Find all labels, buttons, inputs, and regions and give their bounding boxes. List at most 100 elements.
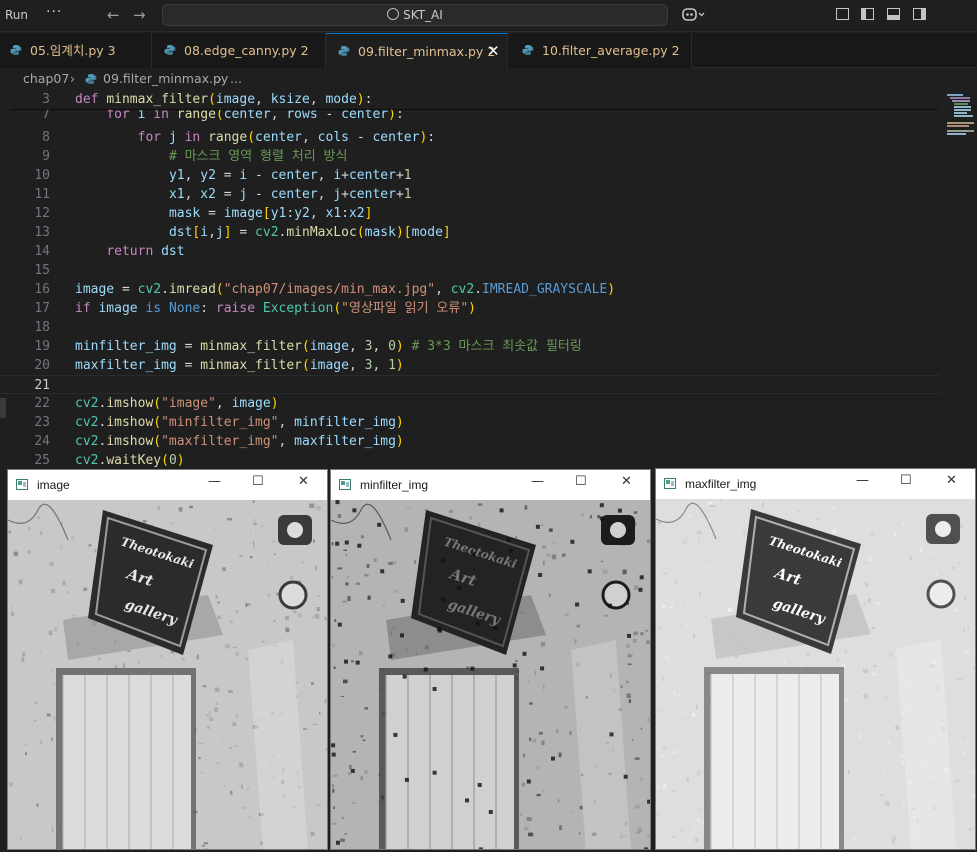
tab-08[interactable]: 08.edge_canny.py 2 [152, 33, 326, 68]
code-text: image = cv2.imread("chap07/images/min_ma… [75, 282, 616, 297]
command-center-search[interactable]: SKT_AI [162, 4, 668, 26]
line-number: 20 [34, 358, 50, 373]
window-title-bar[interactable]: maxfilter_img — ☐ ✕ [656, 469, 975, 499]
chevron-right-icon: › [70, 71, 75, 86]
code-line[interactable]: 21 [0, 375, 940, 394]
line-number: 16 [34, 282, 50, 297]
tab-09-active[interactable]: 09.filter_minmax.py 2 ✕ [326, 33, 508, 68]
title-bar: Run ··· ← → SKT_AI [0, 0, 977, 32]
window-title: maxfilter_img [685, 477, 757, 491]
minimize-icon[interactable]: — [531, 474, 544, 489]
image-window-maxfilter[interactable]: maxfilter_img — ☐ ✕ Theotokaki Art gallery [655, 468, 976, 850]
tab-label: 08.edge_canny.py 2 [184, 43, 309, 58]
code-line[interactable]: 11 x1, x2 = j - center, j+center+1 [0, 185, 940, 204]
code-line[interactable]: 15 [0, 261, 940, 280]
image-canvas[interactable]: Theotokaki Art gallery [331, 500, 650, 849]
code-line[interactable]: 20 maxfilter_img = minmax_filter(image, 3… [0, 356, 940, 375]
python-file-icon [522, 45, 534, 55]
code-line[interactable]: 13 dst[i,j] = cv2.minMaxLoc(mask)[mode] [0, 223, 940, 242]
code-text: cv2.imshow("maxfilter_img", maxfilter_im… [75, 434, 404, 449]
toggle-panel-icon[interactable] [887, 8, 900, 20]
problem-count-badge: 2 [300, 43, 309, 58]
maximize-icon[interactable]: ☐ [575, 474, 587, 489]
code-text: cv2.imshow("image", image) [75, 396, 279, 411]
code-line[interactable]: 23 cv2.imshow("minfilter_img", minfilter_… [0, 413, 940, 432]
forward-arrow-icon[interactable]: → [133, 6, 146, 24]
code-text: return dst [106, 244, 185, 259]
close-tab-icon[interactable]: ✕ [487, 34, 500, 69]
minimize-icon[interactable]: — [208, 474, 221, 489]
maximize-icon[interactable]: ☐ [252, 474, 264, 489]
code-line[interactable]: 3 def minmax_filter(image, ksize, mode): [0, 90, 940, 109]
photo-render: TheotokakiArtgallery [331, 500, 650, 849]
problem-count-badge: 3 [107, 43, 116, 58]
minimize-icon[interactable]: — [856, 473, 869, 488]
toggle-secondary-sidebar-icon[interactable] [913, 8, 926, 20]
code-line[interactable]: 25 cv2.waitKey(0) [0, 451, 940, 468]
code-line[interactable]: 10 y1, y2 = i - center, i+center+1 [0, 166, 940, 185]
breadcrumb-symbols[interactable]: ... [230, 71, 242, 86]
code-text: mask = image[y1:y2, x1:x2] [168, 206, 373, 221]
line-number: 13 [34, 225, 50, 240]
image-canvas[interactable]: Theotokaki Art gallery [8, 500, 327, 849]
code-line[interactable]: 19 minfilter_img = minmax_filter(image, 3… [0, 337, 940, 356]
window-title-bar[interactable]: image — ☐ ✕ [8, 470, 327, 500]
line-number: 18 [34, 320, 50, 335]
breadcrumb-file[interactable]: 09.filter_minmax.py [103, 71, 228, 86]
close-icon[interactable]: ✕ [298, 474, 309, 489]
code-line[interactable]: 9 # 마스크 영역 형렬 처리 방식 [0, 147, 940, 166]
code-text: dst[i,j] = cv2.minMaxLoc(mask)[mode] [168, 225, 451, 240]
toggle-primary-sidebar-icon[interactable] [861, 8, 874, 20]
code-line[interactable]: 17 if image is None: raise Exception("영상파… [0, 299, 940, 318]
code-line[interactable]: 22 cv2.imshow("image", image) [0, 394, 940, 413]
code-text: def minmax_filter(image, ksize, mode): [75, 92, 373, 107]
code-editor[interactable]: 3 def minmax_filter(image, ksize, mode): 7… [0, 90, 977, 468]
python-file-icon [164, 45, 176, 55]
minimap[interactable] [946, 92, 974, 140]
tab-05[interactable]: 05.임계치.py 3 [0, 33, 152, 68]
code-text: if image is None: raise Exception("영상파일 … [75, 301, 476, 316]
more-menu-icon[interactable]: ··· [46, 4, 62, 20]
close-icon[interactable]: ✕ [946, 473, 957, 488]
line-number: 21 [34, 378, 50, 393]
window-title: minfilter_img [360, 478, 429, 492]
problem-count-badge: 2 [671, 43, 680, 58]
search-icon [387, 8, 400, 20]
line-number: 12 [34, 206, 50, 221]
code-line[interactable]: 14 return dst [0, 242, 940, 261]
breadcrumb-folder[interactable]: chap07 [23, 71, 69, 86]
copilot-icon[interactable] [681, 6, 705, 24]
image-canvas[interactable]: Theotokaki Art gallery [656, 499, 975, 849]
back-arrow-icon[interactable]: ← [107, 6, 120, 24]
line-number: 19 [34, 339, 50, 354]
line-number: 23 [34, 415, 50, 430]
run-menu[interactable]: Run [5, 8, 28, 22]
python-file-icon [338, 46, 350, 56]
line-number: 15 [34, 263, 50, 278]
workspace-name: SKT_AI [403, 8, 443, 22]
code-text: # 마스크 영역 형렬 처리 방식 [168, 149, 348, 164]
tab-10[interactable]: 10.filter_average.py 2 [508, 33, 692, 68]
image-window-minfilter[interactable]: minfilter_img — ☐ ✕ Theotokaki Art gallery [330, 469, 651, 850]
code-line[interactable]: 8 for j in range(center, cols - center): [0, 128, 940, 147]
code-text: maxfilter_img = minmax_filter(image, 3, … [75, 358, 404, 373]
line-number: 8 [42, 130, 50, 145]
breadcrumb: chap07 › 09.filter_minmax.py › ... [0, 68, 977, 90]
code-line[interactable]: 12 mask = image[y1:y2, x1:x2] [0, 204, 940, 223]
editor-tabs: 05.임계치.py 3 08.edge_canny.py 2 09.filter… [0, 33, 977, 68]
line-number: 9 [42, 149, 50, 164]
python-file-icon [85, 74, 97, 84]
window-title-bar[interactable]: minfilter_img — ☐ ✕ [331, 470, 650, 500]
customize-layout-icon[interactable] [836, 8, 849, 20]
code-line[interactable]: 16 image = cv2.imread("chap07/images/min_… [0, 280, 940, 299]
maximize-icon[interactable]: ☐ [900, 473, 912, 488]
tab-label: 09.filter_minmax.py 2 [358, 44, 496, 59]
close-icon[interactable]: ✕ [621, 474, 632, 489]
line-number: 3 [42, 92, 50, 107]
image-window-original[interactable]: image — ☐ ✕ Theotokaki Art gallery [7, 469, 328, 850]
line-number: 14 [34, 244, 50, 259]
code-line[interactable]: 24 cv2.imshow("maxfilter_img", maxfilter_… [0, 432, 940, 451]
code-text: x1, x2 = j - center, j+center+1 [168, 187, 412, 202]
opencv-window-icon [664, 478, 676, 489]
code-line[interactable]: 18 [0, 318, 940, 337]
